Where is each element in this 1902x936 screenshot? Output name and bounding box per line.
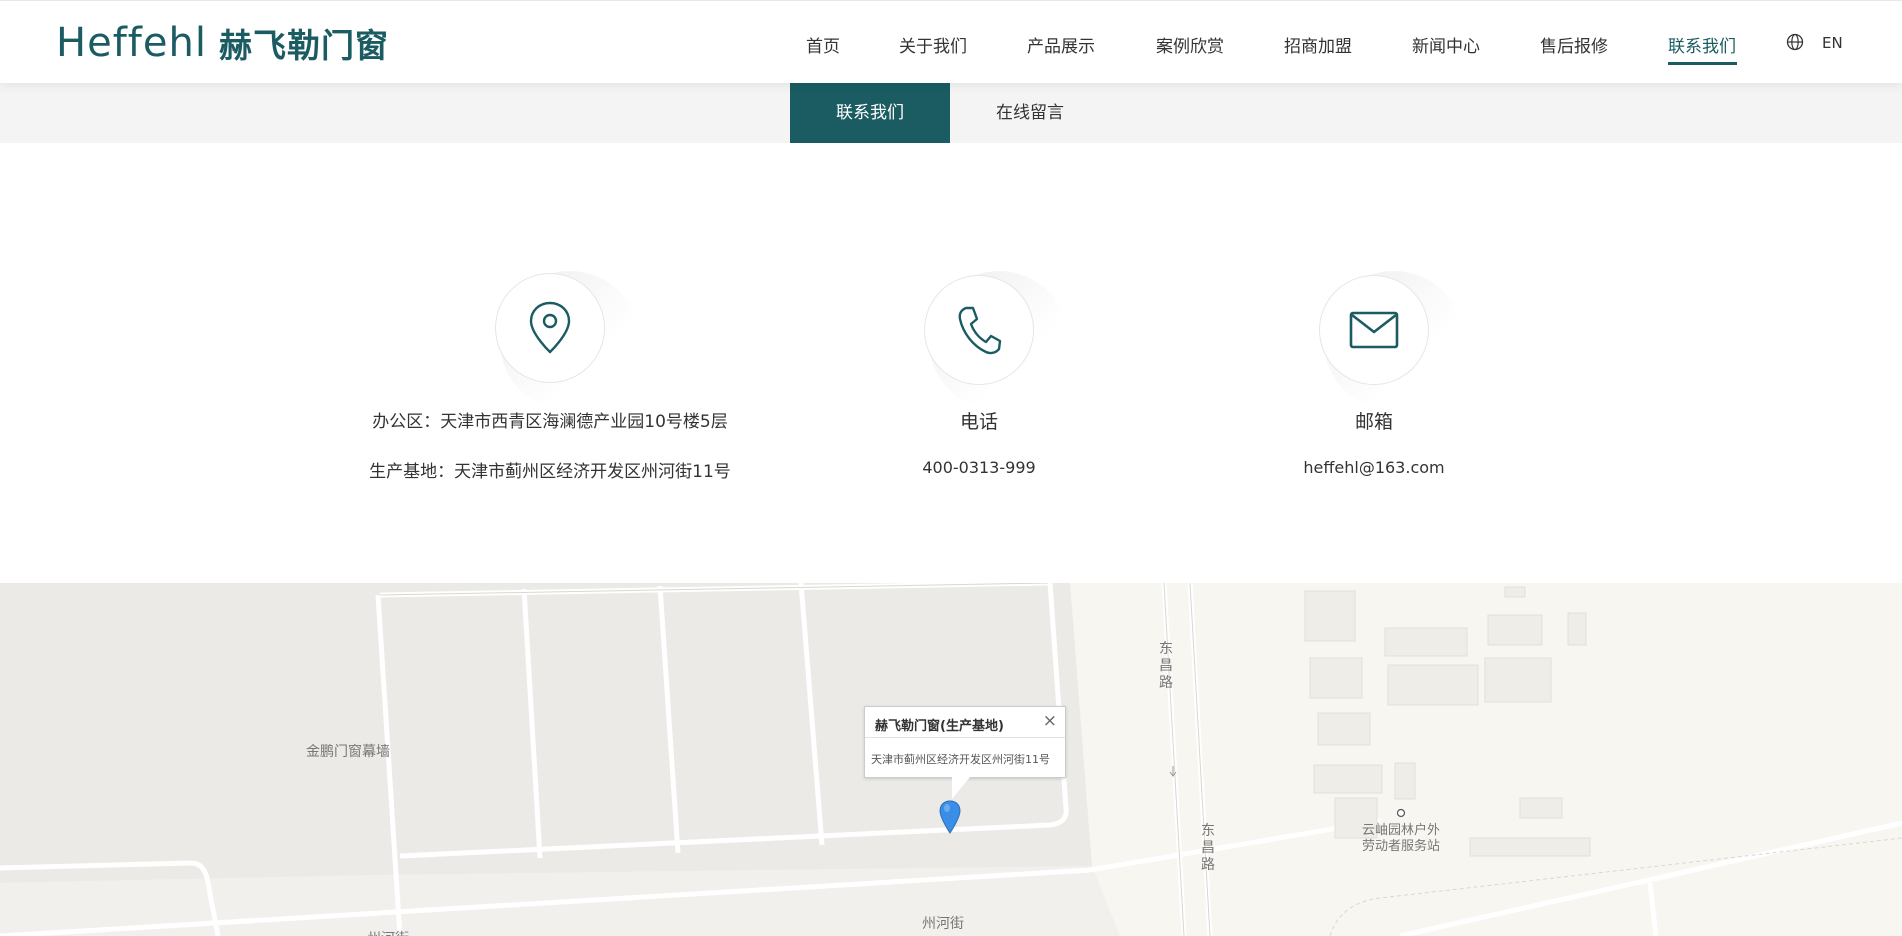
map-road-label-top: 东昌路 <box>1159 641 1173 691</box>
language-switch[interactable]: EN <box>1822 34 1843 52</box>
nav-item-service[interactable]: 售后报修 <box>1540 32 1608 57</box>
map-info-address: 天津市蓟州区经济开发区州河街11号 <box>871 753 1050 766</box>
phone-number[interactable]: 400-0313-999 <box>879 458 1079 477</box>
nav-item-about[interactable]: 关于我们 <box>899 32 967 57</box>
map-road-label-south-left: 州河街 <box>367 928 409 936</box>
nav-item-products[interactable]: 产品展示 <box>1027 32 1095 57</box>
site-header: Heffehl 赫飞勒门窗 首页 关于我们 产品展示 案例欣赏 招商加盟 新闻中… <box>0 0 1902 83</box>
office-address: 办公区：天津市西青区海澜德产业园10号楼5层 <box>372 412 728 432</box>
map-road-label-bottom: 东昌路 <box>1201 823 1215 873</box>
map-marker-icon[interactable] <box>939 800 961 834</box>
address-icon-circle <box>495 273 605 383</box>
map-road-label-south: 州河街 <box>922 916 964 932</box>
envelope-icon <box>1349 311 1399 349</box>
tab-online-message[interactable]: 在线留言 <box>950 83 1110 143</box>
globe-icon[interactable] <box>1786 33 1804 51</box>
sub-nav: 联系我们 在线留言 <box>0 83 1902 143</box>
nav-item-home[interactable]: 首页 <box>806 32 840 57</box>
contact-section: 办公区：天津市西青区海澜德产业园10号楼5层 生产基地：天津市蓟州区经济开发区州… <box>0 143 1902 583</box>
map-info-divider <box>865 737 1065 738</box>
email-title: 邮箱 <box>1354 411 1393 433</box>
nav-item-franchise[interactable]: 招商加盟 <box>1284 32 1352 57</box>
email-icon-circle <box>1319 275 1429 385</box>
phone-title: 电话 <box>959 411 998 433</box>
phone-icon <box>958 306 1002 355</box>
factory-address: 生产基地：天津市蓟州区经济开发区州河街11号 <box>369 462 731 482</box>
tab-contact-us[interactable]: 联系我们 <box>790 83 950 143</box>
nav-active-indicator <box>1668 62 1737 65</box>
map-poi-right-line2: 劳动者服务站 <box>1362 839 1441 854</box>
map-info-window: 赫飞勒门窗(生产基地) × 天津市蓟州区经济开发区州河街11号 <box>864 706 1066 778</box>
map-info-title: 赫飞勒门窗(生产基地) <box>875 719 1004 734</box>
nav-item-cases[interactable]: 案例欣赏 <box>1156 32 1224 57</box>
close-icon[interactable]: × <box>1043 711 1057 731</box>
location-pin-icon <box>529 301 571 354</box>
map-poi-left: 金鹏门窗幕墙 <box>306 744 390 760</box>
email-address[interactable]: heffehl@163.com <box>1274 458 1474 477</box>
nav-item-contact[interactable]: 联系我们 <box>1668 32 1736 57</box>
map-info-tail <box>952 777 970 799</box>
phone-icon-circle <box>924 275 1034 385</box>
nav-item-news[interactable]: 新闻中心 <box>1412 32 1480 57</box>
main-nav: 首页 关于我们 产品展示 案例欣赏 招商加盟 新闻中心 售后报修 联系我们 <box>0 1 1902 84</box>
